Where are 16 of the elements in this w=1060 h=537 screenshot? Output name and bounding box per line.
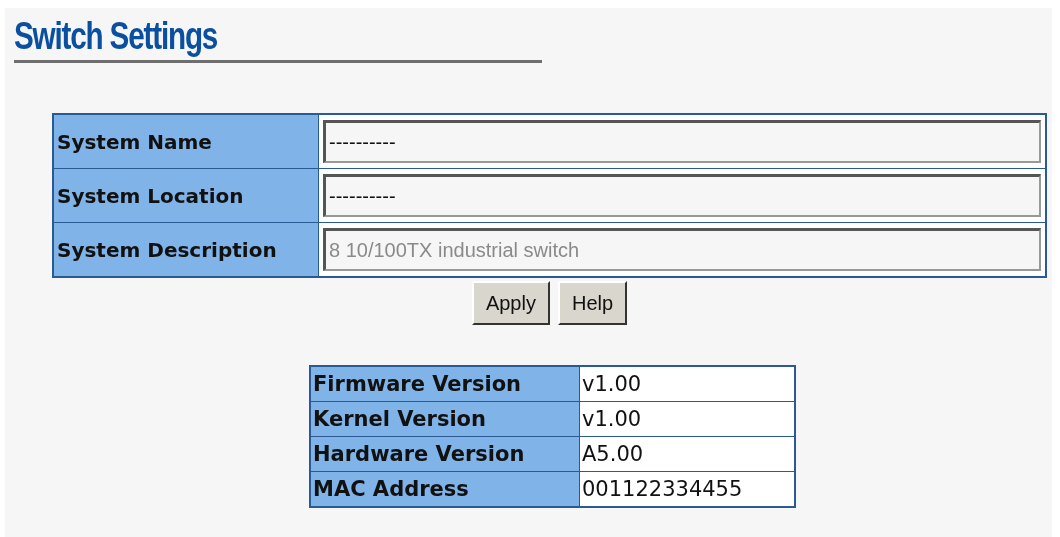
info-label: Hardware Version: [310, 436, 580, 472]
info-label: Firmware Version: [310, 366, 580, 402]
action-button[interactable]: Apply: [471, 281, 550, 325]
field-label: System Location: [53, 168, 319, 223]
info-value: v1.00: [579, 401, 795, 437]
text-field[interactable]: ----------: [323, 120, 1041, 163]
field-label: System Description: [53, 222, 319, 277]
info-value: A5.00: [579, 436, 795, 472]
action-button[interactable]: Help: [557, 281, 628, 325]
info-value: 001122334455: [579, 471, 795, 507]
info-label: Kernel Version: [310, 401, 580, 437]
field-label: System Name: [53, 114, 319, 169]
info-value: v1.00: [579, 366, 795, 402]
info-label: MAC Address: [310, 471, 580, 507]
text-field[interactable]: ----------: [323, 174, 1041, 217]
page-title: Switch Settings: [14, 14, 218, 58]
